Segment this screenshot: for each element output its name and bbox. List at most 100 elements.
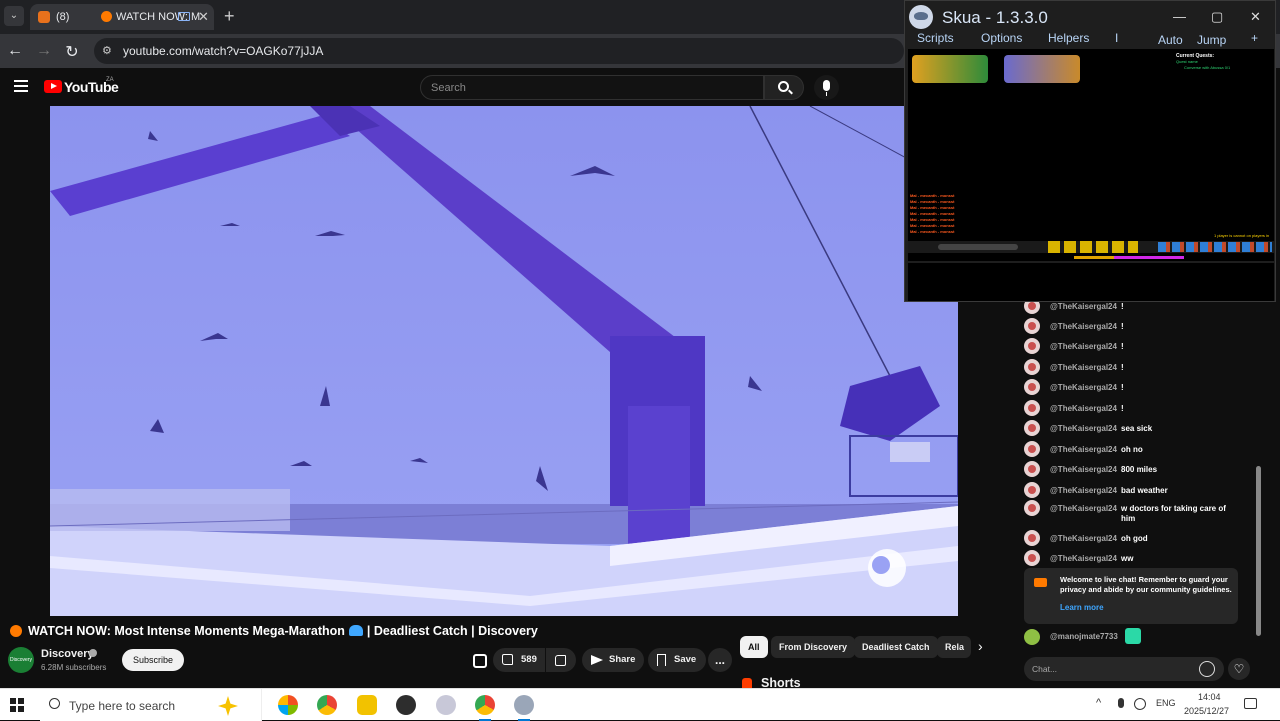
url-text[interactable]: youtube.com/watch?v=OAGKo77jJJA: [123, 44, 323, 58]
chat-author[interactable]: @TheKaisergal24: [1050, 445, 1117, 454]
game-viewport[interactable]: Current Quests: Quest name Converse with…: [908, 49, 1274, 261]
chrome-icon[interactable]: [317, 695, 337, 715]
clip-icon[interactable]: [473, 654, 487, 668]
chat-author[interactable]: @TheKaisergal24: [1050, 424, 1117, 433]
chrome-active-icon[interactable]: [475, 695, 495, 721]
microphone-icon[interactable]: [1118, 698, 1124, 708]
chat-author[interactable]: @TheKaisergal24: [1050, 465, 1117, 474]
browser-tab-active[interactable]: (8) WATCH NOW: Most ✕: [30, 4, 214, 30]
share-button[interactable]: Share: [582, 648, 644, 672]
tray-chevron-up-icon[interactable]: ^: [1096, 697, 1101, 709]
microphone-icon: [823, 80, 830, 91]
skua-menu-helpers[interactable]: Helpers: [1048, 31, 1089, 45]
chat-author[interactable]: @manojmate7733: [1050, 632, 1118, 641]
avatar[interactable]: [1024, 629, 1040, 645]
skua-taskbar-icon[interactable]: [514, 695, 534, 721]
address-bar[interactable]: ⚙ youtube.com/watch?v=OAGKo77jJJA: [94, 38, 904, 64]
minimize-icon[interactable]: —: [1173, 9, 1186, 24]
windows-start-icon[interactable]: [10, 698, 24, 712]
media-cast-icon[interactable]: [178, 12, 190, 21]
skua-logo-icon: [909, 5, 933, 29]
avatar[interactable]: [1024, 338, 1040, 354]
forward-arrow-icon[interactable]: →: [35, 42, 53, 60]
chevron-right-icon[interactable]: ›: [978, 638, 983, 654]
save-button[interactable]: Save: [648, 648, 706, 672]
heart-icon[interactable]: ♡: [1228, 658, 1250, 680]
avatar[interactable]: [1024, 420, 1040, 436]
skill-icons[interactable]: [1048, 241, 1138, 253]
like-button[interactable]: 589: [493, 648, 545, 672]
skua-menu-auto[interactable]: Auto: [1158, 33, 1183, 47]
chat-input[interactable]: Chat...: [1024, 657, 1224, 681]
notification-icon[interactable]: [1244, 698, 1257, 709]
chat-text: oh no: [1121, 445, 1143, 454]
close-tab-icon[interactable]: ✕: [198, 9, 209, 25]
avatar[interactable]: [1024, 550, 1040, 566]
video-player[interactable]: [50, 106, 958, 616]
search-button[interactable]: [764, 75, 804, 100]
avatar[interactable]: [1024, 318, 1040, 334]
voice-search-button[interactable]: [814, 75, 839, 100]
avatar[interactable]: [1024, 359, 1040, 375]
youtube-logo-icon[interactable]: [44, 80, 62, 93]
clock-time[interactable]: 14:04: [1198, 692, 1221, 702]
chat-author[interactable]: @TheKaisergal24: [1050, 322, 1117, 331]
chat-text: bad weather: [1121, 486, 1168, 495]
back-arrow-icon[interactable]: ←: [6, 42, 24, 60]
snipping-tool-icon[interactable]: [436, 695, 456, 715]
avatar[interactable]: [1024, 530, 1040, 546]
close-icon[interactable]: ✕: [1250, 9, 1261, 25]
learn-more-link[interactable]: Learn more: [1060, 603, 1104, 612]
avatar[interactable]: [1024, 482, 1040, 498]
skua-menu-jump[interactable]: Jump: [1197, 33, 1226, 47]
chat-author[interactable]: @TheKaisergal24: [1050, 404, 1117, 413]
chat-author[interactable]: @TheKaisergal24: [1050, 302, 1117, 311]
maximize-icon[interactable]: ▢: [1211, 9, 1223, 25]
chip-all[interactable]: All: [740, 636, 768, 658]
more-actions-button[interactable]: ...: [708, 648, 732, 672]
chat-author[interactable]: @TheKaisergal24: [1050, 342, 1117, 351]
chat-scrollbar[interactable]: [1256, 466, 1261, 636]
site-info-icon[interactable]: ⚙: [102, 44, 112, 57]
copilot-icon[interactable]: [278, 695, 298, 715]
clock-date[interactable]: 2025/12/27: [1184, 706, 1229, 716]
game-chat-log: Mal - mecanth - monsst Mal - mecanth - m…: [910, 193, 955, 234]
chat-author[interactable]: @TheKaisergal24: [1050, 534, 1117, 543]
avatar[interactable]: [1024, 500, 1040, 516]
avatar[interactable]: [1024, 379, 1040, 395]
avatar[interactable]: [1024, 441, 1040, 457]
channel-avatar[interactable]: Discovery: [8, 647, 34, 673]
dislike-button[interactable]: [546, 648, 576, 672]
file-explorer-icon[interactable]: [357, 695, 377, 715]
language-indicator[interactable]: ENG: [1156, 698, 1176, 708]
skua-menu-options[interactable]: Options: [981, 31, 1022, 45]
chip-deadliest-catch[interactable]: Deadliest Catch: [854, 636, 938, 658]
avatar[interactable]: [1024, 461, 1040, 477]
new-tab-button[interactable]: +: [224, 6, 235, 27]
obs-icon[interactable]: [396, 695, 416, 715]
chat-author[interactable]: @TheKaisergal24: [1050, 486, 1117, 495]
chip-related[interactable]: Rela: [937, 636, 971, 658]
network-icon[interactable]: [1134, 698, 1146, 710]
channel-name[interactable]: Discovery: [41, 648, 94, 660]
chat-author[interactable]: @TheKaisergal24: [1050, 383, 1117, 392]
chat-author[interactable]: @TheKaisergal24: [1050, 554, 1117, 563]
menu-icons[interactable]: [1158, 242, 1272, 252]
avatar[interactable]: [1024, 400, 1040, 416]
hamburger-menu-icon[interactable]: [14, 80, 28, 92]
skua-menu-scripts[interactable]: Scripts: [917, 31, 954, 45]
skua-menu-overflow[interactable]: I: [1115, 31, 1118, 45]
chip-from-discovery[interactable]: From Discovery: [771, 636, 856, 658]
emoji-icon[interactable]: [1199, 661, 1215, 677]
subscribe-button[interactable]: Subscribe: [122, 649, 184, 671]
taskbar-search-placeholder[interactable]: Type here to search: [69, 699, 175, 713]
search-input[interactable]: Search: [420, 75, 764, 100]
chat-author[interactable]: @TheKaisergal24: [1050, 363, 1117, 372]
reload-icon[interactable]: ↻: [63, 42, 81, 62]
skua-menu-add[interactable]: +: [1251, 31, 1258, 45]
youtube-notice-icon: [1034, 578, 1047, 587]
skill-action-bar[interactable]: [908, 241, 1274, 253]
chat-author[interactable]: @TheKaisergal24: [1050, 504, 1117, 513]
tab-search-button[interactable]: ⌄: [4, 6, 24, 26]
quest-objective: Converse with Abussa 0/1: [1184, 65, 1231, 70]
